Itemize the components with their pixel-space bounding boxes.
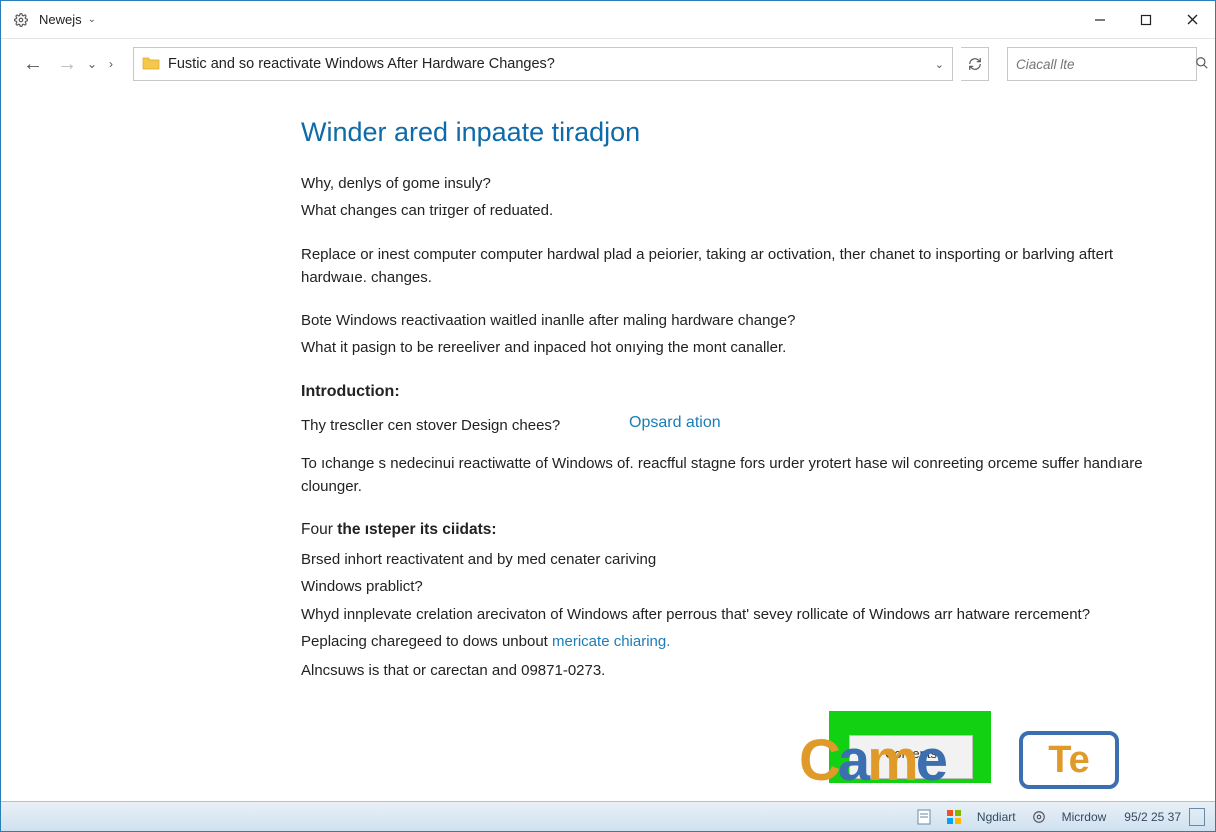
forward-button[interactable]: → (53, 50, 81, 78)
overlay-widgets: Contents Came Te (799, 711, 1119, 801)
body-text-span: Peplacing charegeed to dows unbout (301, 633, 552, 650)
body-text-span: To ıchange s nedecinui reactiwatte of Wi… (301, 455, 1143, 495)
contents-label: Contents (885, 746, 937, 761)
address-bar[interactable]: Fustic and so reactivate Windows After H… (133, 47, 953, 81)
window-controls (1077, 1, 1215, 39)
close-button[interactable] (1169, 1, 1215, 39)
nav-arrows: ← → ⌄ › (19, 50, 125, 78)
operation-link[interactable]: Opsard ation (629, 414, 721, 441)
address-path: Fustic and so reactivate Windows After H… (168, 56, 929, 72)
body-text: Alncsuws is that or carectan and 09871-0… (301, 659, 1175, 682)
taskbar: Ngdiart Micrdow 95/2 25 37 (1, 801, 1215, 831)
body-text: Replace or inest computer computer hardw… (301, 243, 1175, 290)
chevron-down-icon[interactable]: ⌄ (88, 14, 96, 25)
came-logo: Came (799, 727, 945, 794)
sub-prefix: Four (301, 521, 337, 538)
body-text: Bote Windows reactivaation waitled inanl… (301, 309, 1175, 332)
green-panel (829, 711, 991, 783)
refresh-button[interactable] (961, 47, 989, 81)
taskbar-clock[interactable]: 95/2 25 37 (1124, 810, 1181, 824)
navigation-toolbar: ← → ⌄ › Fustic and so reactivate Windows… (1, 39, 1215, 89)
body-text: Brsed inhort reactivatent and by med cen… (301, 548, 1175, 571)
body-text: To ıchange s nedecinui reactiwatte of Wi… (301, 452, 1175, 499)
search-icon[interactable] (1195, 56, 1209, 73)
folder-icon (142, 56, 160, 72)
body-text: Whyd innplevate crelation arecivaton of … (301, 603, 1175, 626)
page-title: Winder ared inpaate tiradjon (301, 117, 1175, 148)
tray-item-1[interactable]: Ngdiart (977, 810, 1016, 824)
back-button[interactable]: ← (19, 50, 47, 78)
minimize-button[interactable] (1077, 1, 1123, 39)
tray-windows-icon[interactable] (947, 810, 961, 824)
section-heading: Introduction: (301, 380, 1175, 405)
up-chevron-icon[interactable]: › (109, 57, 125, 71)
search-box[interactable] (1007, 47, 1197, 81)
content-area: Winder ared inpaate tiradjon Why, denlys… (1, 89, 1215, 801)
mericate-link[interactable]: mericate chiaring. (552, 633, 670, 650)
app-window: Newejs ⌄ ← → ⌄ › Fustic and so reactivat… (0, 0, 1216, 832)
body-text: What changes can triɪger of reduated. (301, 199, 1175, 222)
maximize-button[interactable] (1123, 1, 1169, 39)
show-desktop-button[interactable] (1189, 808, 1205, 826)
title-bar: Newejs ⌄ (1, 1, 1215, 39)
body-text: Peplacing charegeed to dows unbout meric… (301, 630, 1175, 653)
section-heading: Four the ısteper its ciidats: (301, 518, 1175, 542)
settings-icon (13, 12, 29, 28)
body-text: Why, denlys of gome insuly? (301, 172, 1175, 195)
body-text: What it pasign to be rereeliver and inpa… (301, 336, 1175, 359)
tray-doc-icon[interactable] (917, 809, 931, 825)
tray-item-2[interactable]: Micrdow (1062, 810, 1107, 824)
address-chevron-icon[interactable]: ⌄ (935, 58, 944, 71)
body-text: Windows prablict? (301, 575, 1175, 598)
recent-chevron-icon[interactable]: ⌄ (87, 57, 103, 71)
tray-gear-icon[interactable] (1032, 810, 1046, 824)
te-logo: Te (1019, 731, 1119, 789)
window-title: Newejs (39, 12, 82, 27)
sub-bold: the ısteper its ciidats: (337, 521, 496, 538)
search-input[interactable] (1016, 57, 1195, 72)
te-logo-text: Te (1048, 739, 1090, 782)
body-text: Thy tresclIer cen stover Design chees? (301, 414, 629, 437)
contents-panel[interactable]: Contents (849, 735, 973, 779)
